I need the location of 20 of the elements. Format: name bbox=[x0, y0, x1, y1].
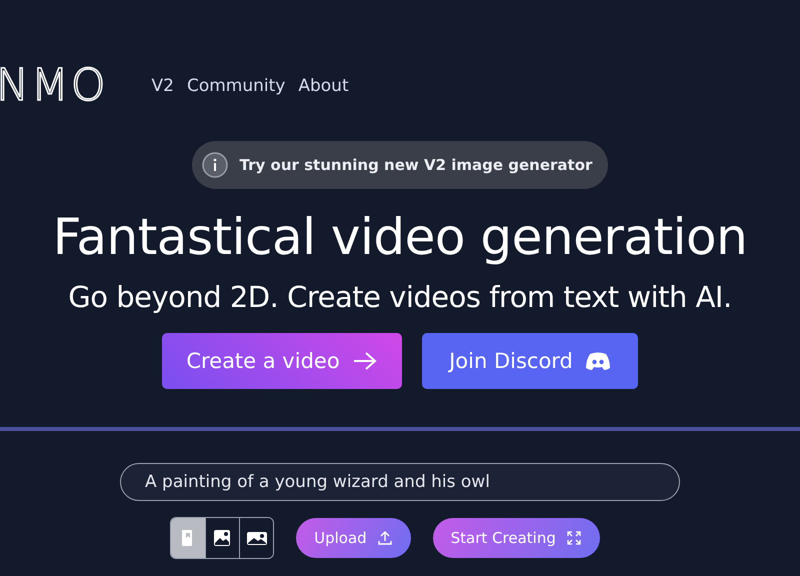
nav-link[interactable]: About bbox=[298, 76, 349, 96]
aspect-ratio-toggle[interactable] bbox=[171, 518, 206, 558]
expand-icon bbox=[566, 530, 582, 546]
hero-title: Fantastical video generation bbox=[52, 207, 748, 268]
upload-button[interactable]: Upload bbox=[296, 518, 411, 558]
game-controller-icon bbox=[584, 351, 611, 371]
announcement-banner[interactable]: Try our stunning new V2 image generator bbox=[192, 141, 608, 189]
join-discord-button[interactable]: Join Discord bbox=[422, 333, 638, 389]
nav-link[interactable]: V2 bbox=[152, 76, 174, 96]
logo[interactable]: NMO bbox=[0, 64, 108, 108]
nav-link[interactable]: Community bbox=[186, 76, 286, 96]
hero-subtitle: Go beyond 2D. Create videos from text with AI. bbox=[67, 279, 733, 316]
info-icon bbox=[202, 152, 228, 178]
aspect-ratio-toggle[interactable] bbox=[239, 518, 274, 558]
arrow-right-icon bbox=[352, 351, 378, 371]
start-creating-button[interactable]: Start Creating bbox=[432, 518, 600, 558]
announcement-text: Try our stunning new V2 image generator bbox=[240, 156, 592, 174]
create-video-button[interactable]: Create a video bbox=[162, 333, 402, 389]
prompt-field[interactable]: A painting of a young wizard and his owl bbox=[120, 463, 680, 501]
upload-icon bbox=[376, 530, 393, 546]
